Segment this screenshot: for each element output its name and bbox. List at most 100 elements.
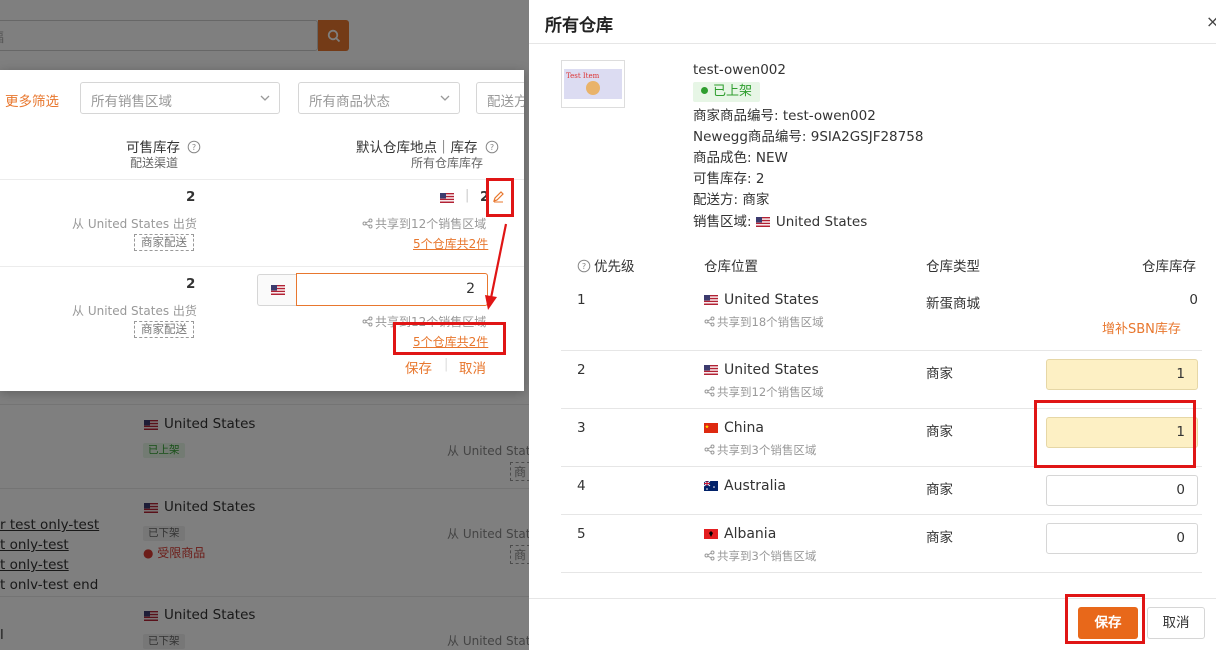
warehouse-location: United States	[704, 362, 819, 378]
available-stock-value: 2	[186, 276, 196, 292]
au-flag-icon	[704, 481, 718, 491]
replenish-sbn-link[interactable]: 增补SBN库存	[1102, 318, 1181, 337]
share-regions-text: 共享到3个销售区域	[704, 548, 816, 564]
warehouse-stock-value: 0	[1189, 292, 1198, 308]
cancel-link[interactable]: 取消	[459, 357, 486, 377]
separator: |	[444, 357, 449, 372]
share-regions-text: 共享到3个销售区域	[704, 442, 816, 458]
sales-region: 销售区域: United States	[693, 210, 867, 230]
status-badge: 已上架	[693, 82, 761, 102]
warehouse-stock-input[interactable]: 0	[1046, 523, 1198, 554]
priority-value: 1	[577, 292, 586, 308]
location-header: 仓库位置	[704, 259, 758, 275]
all-warehouse-subheader: 所有仓库库存	[411, 156, 484, 170]
newegg-sku: Newegg商品编号: 9SIA2GSJF28758	[693, 129, 924, 145]
row-divider	[0, 179, 524, 180]
us-flag-icon	[704, 295, 718, 305]
region-filter-select[interactable]: 所有销售区域	[80, 82, 280, 114]
save-link[interactable]: 保存	[405, 357, 432, 377]
share-regions-label: 共享到3个销售区域	[717, 443, 817, 457]
ship-from-text: 从 United States 出货	[72, 217, 197, 231]
priority-value: 4	[577, 478, 586, 494]
share-icon	[704, 550, 715, 561]
share-regions-text: 共享到12个销售区域	[704, 384, 824, 400]
drawer-title: 所有仓库	[545, 16, 613, 36]
warehouse-type: 新蛋商城	[926, 296, 980, 312]
product-image: Test Item	[561, 60, 625, 108]
svg-text:?: ?	[192, 143, 196, 152]
priority-value: 5	[577, 526, 586, 542]
annotation-box-save	[1065, 594, 1145, 644]
close-icon[interactable]: ×	[1206, 12, 1216, 31]
priority-header-label: 优先级	[594, 259, 635, 275]
header-divider	[529, 43, 1216, 44]
al-flag-icon	[704, 529, 718, 539]
help-icon[interactable]: ?	[187, 140, 201, 154]
share-icon	[704, 316, 715, 327]
more-filters-link[interactable]: 更多筛选	[5, 90, 59, 110]
svg-text:?: ?	[582, 262, 586, 271]
share-icon	[362, 316, 373, 327]
warehouse-location: China	[704, 420, 764, 436]
status-filter-value: 所有商品状态	[309, 94, 390, 110]
priority-value: 2	[577, 362, 586, 378]
chevron-down-icon	[440, 95, 450, 101]
row-divider	[561, 350, 1202, 351]
share-icon	[362, 218, 373, 229]
ship-by: 配送方: 商家	[693, 192, 770, 208]
annotation-box-edit	[486, 178, 514, 217]
warehouse-location: Australia	[704, 478, 786, 494]
annotation-box-link	[393, 322, 506, 355]
warehouse-type: 商家	[926, 482, 953, 498]
cn-flag-icon	[704, 423, 718, 433]
status-text: 已上架	[713, 84, 753, 99]
seller-sku: 商家商品编号: test-owen002	[693, 108, 876, 124]
available-stock-header: 可售库存 ?	[126, 136, 201, 156]
sales-region-value: United States	[775, 214, 868, 230]
product-image-graphic	[586, 81, 600, 95]
warehouse-location: Albania	[704, 526, 776, 542]
status-filter-select[interactable]: 所有商品状态	[298, 82, 460, 114]
help-icon[interactable]: ?	[577, 259, 591, 273]
country-prefix	[257, 274, 297, 306]
separator: |	[465, 188, 470, 203]
share-regions-label: 共享到12个销售区域	[375, 217, 487, 231]
us-flag-icon	[270, 285, 285, 295]
share-icon	[704, 386, 715, 397]
shipper-filter-select[interactable]: 配送方	[476, 82, 524, 114]
shipper-filter-value: 配送方	[487, 94, 524, 110]
warehouse-country: Australia	[724, 478, 786, 494]
warehouse-country: United States	[724, 292, 819, 308]
share-regions-text: 共享到12个销售区域	[362, 215, 486, 232]
row-divider	[561, 572, 1202, 573]
annotation-box-input	[1034, 400, 1196, 468]
us-flag-icon	[440, 193, 454, 203]
warehouse-country: United States	[724, 362, 819, 378]
warehouse-stock-input[interactable]: 0	[1046, 475, 1198, 506]
help-icon[interactable]: ?	[485, 140, 499, 154]
product-image-text: Test Item	[566, 72, 600, 80]
sales-region-label: 销售区域:	[693, 214, 752, 230]
stock-header: 仓库库存	[1142, 259, 1196, 275]
chevron-down-icon	[260, 95, 270, 101]
warehouse-type: 商家	[926, 530, 953, 546]
warehouse-stock-input[interactable]: 1	[1046, 359, 1198, 390]
fulfill-badge: 商家配送	[134, 234, 194, 251]
share-regions-label: 共享到18个销售区域	[717, 315, 824, 329]
cancel-button[interactable]: 取消	[1147, 607, 1205, 639]
channel-subheader: 配送渠道	[130, 156, 179, 170]
warehouse-summary-link[interactable]: 5个仓库共2件	[413, 235, 488, 252]
stock-input[interactable]: 2	[296, 273, 488, 306]
available-stock: 可售库存: 2	[693, 171, 765, 187]
svg-text:?: ?	[490, 143, 494, 152]
condition: 商品成色: NEW	[693, 150, 788, 166]
ship-from-text: 从 United States 出货	[72, 304, 197, 318]
product-name: test-owen002	[693, 62, 786, 78]
available-stock-value: 2	[186, 189, 196, 205]
row-divider	[0, 266, 524, 267]
region-filter-value: 所有销售区域	[91, 94, 172, 110]
warehouse-country: Albania	[724, 526, 777, 542]
fulfill-badge: 商家配送	[134, 321, 194, 338]
us-flag-icon	[704, 365, 718, 375]
all-warehouses-drawer: 所有仓库 × Test Item test-owen002 已上架 商家商品编号…	[529, 0, 1216, 650]
